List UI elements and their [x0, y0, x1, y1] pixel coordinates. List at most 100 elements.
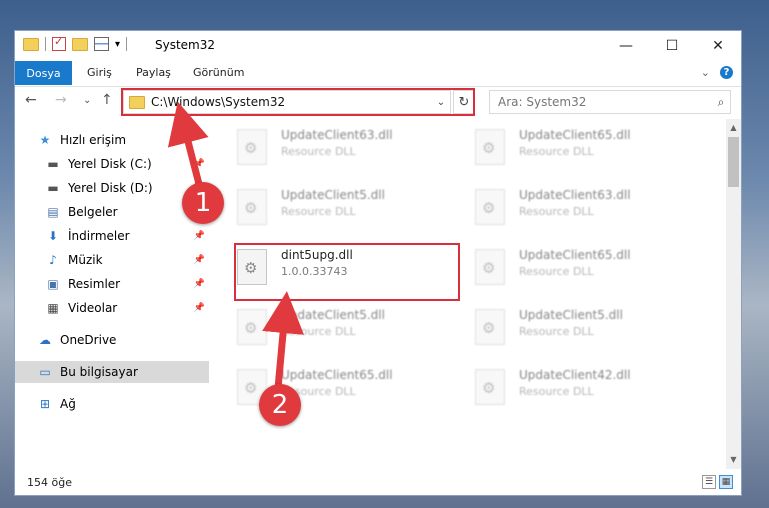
file-item[interactable]: UpdateClient5.dll Resource DLL [471, 301, 671, 351]
sidebar-item-videos[interactable]: ▦ Videolar 📌 [15, 297, 209, 319]
window-title: System32 [155, 38, 216, 52]
file-name: UpdateClient5.dll [281, 188, 385, 202]
close-button[interactable]: ✕ [695, 31, 741, 60]
item-count: 154 öğe [27, 476, 72, 489]
file-item[interactable]: UpdateClient63.dll Resource DLL [471, 181, 671, 231]
computer-icon: ▭ [39, 365, 51, 379]
file-highlight-box [234, 243, 460, 301]
sidebar-item-label: Belgeler [68, 205, 118, 219]
separator [126, 37, 128, 51]
tab-dosya[interactable]: Dosya [15, 61, 72, 85]
dll-file-icon [475, 369, 505, 405]
sidebar-item-documents[interactable]: ▤ Belgeler [15, 201, 209, 223]
qat-dropdown-icon[interactable]: ▾ [115, 39, 120, 50]
caption-buttons: — ☐ ✕ [603, 31, 741, 60]
file-item[interactable]: UpdateClient65.dll Resource DLL [471, 121, 671, 171]
maximize-button[interactable]: ☐ [649, 31, 695, 60]
sidebar-item-local-disk-c[interactable]: ▬ Yerel Disk (C:) 📌 [15, 153, 209, 175]
scroll-down-icon[interactable]: ▼ [726, 453, 741, 467]
file-item[interactable]: UpdateClient5.dll Resource DLL [233, 301, 433, 351]
download-icon: ⬇ [47, 229, 59, 243]
sidebar-item-label: Hızlı erişim [60, 133, 127, 147]
documents-icon: ▤ [47, 205, 59, 219]
file-item[interactable]: UpdateClient5.dll Resource DLL [233, 181, 433, 231]
folder-icon [23, 37, 39, 51]
file-item[interactable]: UpdateClient63.dll Resource DLL [233, 121, 433, 171]
vertical-scrollbar[interactable]: ▲ ▼ [726, 119, 741, 469]
sidebar-item-onedrive[interactable]: ☁ OneDrive [15, 329, 209, 351]
dll-file-icon [237, 189, 267, 225]
sidebar-item-downloads[interactable]: ⬇ İndirmeler 📌 [15, 225, 209, 247]
tab-paylas[interactable]: Paylaş [136, 66, 171, 79]
file-description: Resource DLL [281, 145, 356, 158]
tab-gorunum[interactable]: Görünüm [193, 66, 244, 79]
sidebar-item-this-pc[interactable]: ▭ Bu bilgisayar [15, 361, 209, 383]
file-item[interactable]: UpdateClient65.dll Resource DLL [471, 241, 671, 291]
help-icon[interactable]: ? [720, 66, 733, 79]
file-name: UpdateClient65.dll [281, 368, 393, 382]
navigation-pane: ★ Hızlı erişim ▬ Yerel Disk (C:) 📌 ▬ Yer… [15, 119, 209, 469]
file-description: Resource DLL [519, 205, 594, 218]
tiles-view-button[interactable]: ▦ [719, 475, 733, 489]
recent-locations-button[interactable]: ⌄ [83, 95, 91, 106]
search-box[interactable]: ⌕ [489, 90, 731, 114]
sidebar-item-label: Müzik [68, 253, 103, 267]
file-name: UpdateClient42.dll [519, 368, 631, 382]
customize-icon[interactable] [94, 37, 109, 51]
file-description: Resource DLL [519, 325, 594, 338]
new-folder-icon[interactable] [72, 37, 88, 51]
sidebar-item-label: Yerel Disk (D:) [68, 181, 153, 195]
sidebar-item-label: İndirmeler [68, 229, 130, 243]
sidebar-item-network[interactable]: ⊞ Ağ [15, 393, 209, 415]
drive-icon: ▬ [47, 181, 59, 195]
pin-icon: 📌 [193, 255, 205, 265]
file-name: UpdateClient63.dll [281, 128, 393, 142]
quick-access-toolbar: ▾ [23, 35, 128, 51]
file-description: Resource DLL [519, 385, 594, 398]
dll-file-icon [237, 309, 267, 345]
file-name: UpdateClient5.dll [519, 308, 623, 322]
view-switcher: ☰ ▦ [702, 475, 733, 489]
scrollbar-thumb[interactable] [728, 137, 739, 187]
sidebar-item-label: Ağ [60, 397, 76, 411]
search-icon[interactable]: ⌕ [712, 95, 730, 110]
ribbon-collapse-icon[interactable]: ⌄ [701, 66, 710, 79]
file-description: Resource DLL [281, 325, 356, 338]
search-input[interactable] [496, 94, 712, 110]
file-description: Resource DLL [281, 205, 356, 218]
scroll-up-icon[interactable]: ▲ [726, 121, 741, 135]
up-button[interactable]: ↑ [101, 92, 113, 108]
pin-icon: 📌 [193, 159, 205, 169]
separator [45, 37, 46, 51]
sidebar-item-quick-access[interactable]: ★ Hızlı erişim [15, 129, 209, 151]
file-name: UpdateClient63.dll [519, 188, 631, 202]
file-name: UpdateClient65.dll [519, 248, 631, 262]
file-item[interactable]: UpdateClient42.dll Resource DLL [471, 361, 671, 411]
forward-button[interactable]: → [55, 92, 67, 108]
properties-check-icon[interactable] [52, 35, 66, 51]
sidebar-item-pictures[interactable]: ▣ Resimler 📌 [15, 273, 209, 295]
step-2-badge: 2 [259, 384, 301, 426]
sidebar-item-label: Resimler [68, 277, 121, 291]
tab-giris[interactable]: Giriş [87, 66, 112, 79]
dll-file-icon [475, 309, 505, 345]
details-view-button[interactable]: ☰ [702, 475, 716, 489]
minimize-button[interactable]: — [603, 31, 649, 60]
pin-icon: 📌 [193, 279, 205, 289]
navigation-bar: ← → ⌄ ↑ C:\Windows\System32 ⌄ ↻ ⌕ [15, 86, 741, 118]
file-description: Resource DLL [519, 145, 594, 158]
cloud-icon: ☁ [39, 333, 51, 347]
dll-file-icon [475, 129, 505, 165]
pin-icon: 📌 [193, 231, 205, 241]
sidebar-item-label: Videolar [68, 301, 118, 315]
sidebar-item-music[interactable]: ♪ Müzik 📌 [15, 249, 209, 271]
videos-icon: ▦ [47, 301, 59, 315]
pictures-icon: ▣ [47, 277, 59, 291]
step-1-badge: 1 [182, 182, 224, 224]
address-highlight-box [121, 88, 475, 116]
dll-file-icon [237, 129, 267, 165]
file-name: UpdateClient65.dll [519, 128, 631, 142]
sidebar-item-label: OneDrive [60, 333, 117, 347]
sidebar-item-local-disk-d[interactable]: ▬ Yerel Disk (D:) [15, 177, 209, 199]
back-button[interactable]: ← [25, 92, 37, 108]
